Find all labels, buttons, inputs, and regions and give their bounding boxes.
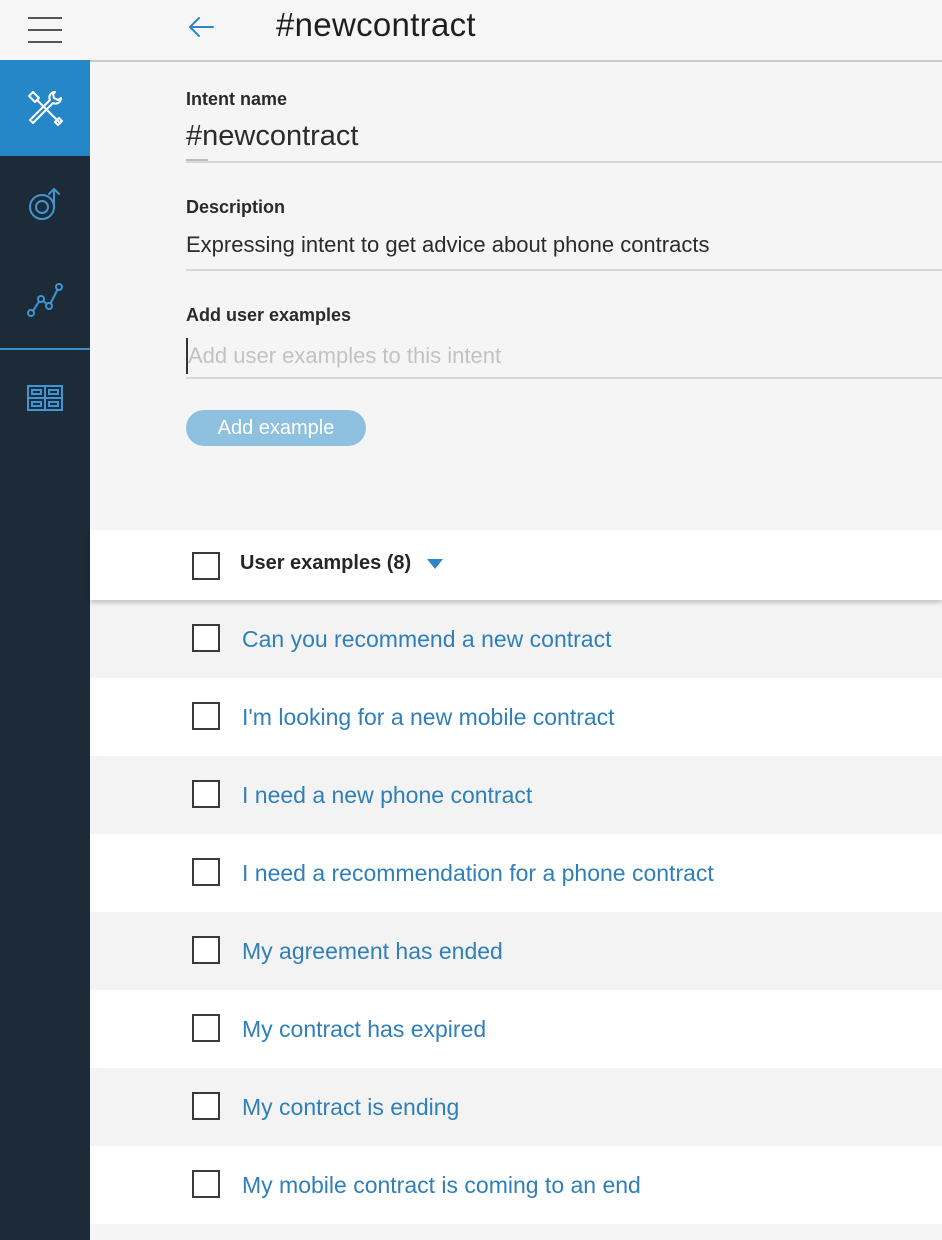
hamburger-icon — [28, 17, 62, 43]
example-checkbox[interactable] — [192, 702, 220, 730]
analytics-icon — [27, 283, 63, 317]
example-text[interactable]: My contract has expired — [242, 1016, 486, 1043]
example-checkbox[interactable] — [192, 936, 220, 964]
tools-icon — [28, 91, 63, 126]
list-item[interactable]: My mobile contract is coming to an end — [90, 1146, 942, 1224]
list-item[interactable]: My contract has expired — [90, 990, 942, 1068]
example-text[interactable]: I'm looking for a new mobile contract — [242, 704, 615, 731]
sidebar-item-analytics[interactable] — [0, 252, 90, 348]
intent-form: Intent name #newcontract Description Exp… — [90, 62, 942, 530]
list-item[interactable]: My contract is ending — [90, 1068, 942, 1146]
intent-name-underline — [186, 161, 942, 163]
workspaces-icon — [27, 385, 63, 411]
example-checkbox[interactable] — [192, 780, 220, 808]
sidebar-item-tools[interactable] — [0, 60, 90, 156]
sidebar — [0, 0, 90, 1240]
example-checkbox[interactable] — [192, 858, 220, 886]
dialog-icon — [29, 188, 60, 220]
description-label: Description — [186, 197, 286, 217]
example-text[interactable]: Can you recommend a new contract — [242, 626, 611, 653]
app-window: #newcontract Intent name #newcontract De… — [0, 0, 942, 1240]
caret-down-icon[interactable] — [426, 558, 444, 570]
add-example-underline — [186, 377, 942, 379]
description-field[interactable]: Expressing intent to get advice about ph… — [186, 232, 709, 258]
examples-count-label[interactable]: User examples (8) — [240, 552, 411, 575]
list-item[interactable]: I'm looking for a new mobile contract — [90, 678, 942, 756]
example-text[interactable]: My contract is ending — [242, 1094, 459, 1121]
example-checkbox[interactable] — [192, 1170, 220, 1198]
back-button[interactable] — [186, 12, 216, 42]
add-example-button[interactable]: Add example — [186, 410, 366, 446]
example-text[interactable]: My agreement has ended — [242, 938, 503, 965]
add-examples-label: Add user examples — [186, 305, 352, 325]
example-text[interactable]: My mobile contract is coming to an end — [242, 1172, 641, 1199]
intent-name-field[interactable]: #newcontract — [186, 120, 359, 153]
intent-name-label: Intent name — [186, 89, 288, 109]
add-example-input[interactable] — [186, 338, 942, 374]
sidebar-item-workspaces[interactable] — [0, 350, 90, 446]
sidebar-item-dialog[interactable] — [0, 156, 90, 252]
select-all-checkbox[interactable] — [192, 552, 220, 580]
list-item[interactable]: I need a recommendation for a phone cont… — [90, 834, 942, 912]
page-title: #newcontract — [276, 6, 476, 43]
page-header: #newcontract — [90, 0, 942, 62]
example-text[interactable]: I need a recommendation for a phone cont… — [242, 860, 714, 887]
arrow-left-icon — [189, 17, 214, 37]
example-text[interactable]: I need a new phone contract — [242, 782, 532, 809]
intent-name-underline-accent — [186, 159, 208, 161]
description-underline — [186, 269, 942, 271]
example-checkbox[interactable] — [192, 1014, 220, 1042]
example-checkbox[interactable] — [192, 624, 220, 652]
examples-list-header: User examples (8) — [90, 530, 942, 600]
hamburger-menu-button[interactable] — [0, 0, 90, 60]
list-item[interactable]: I need a new phone contract — [90, 756, 942, 834]
example-checkbox[interactable] — [192, 1092, 220, 1120]
examples-list: Can you recommend a new contract I'm look… — [90, 600, 942, 1224]
list-item[interactable]: Can you recommend a new contract — [90, 600, 942, 678]
list-item[interactable]: My agreement has ended — [90, 912, 942, 990]
